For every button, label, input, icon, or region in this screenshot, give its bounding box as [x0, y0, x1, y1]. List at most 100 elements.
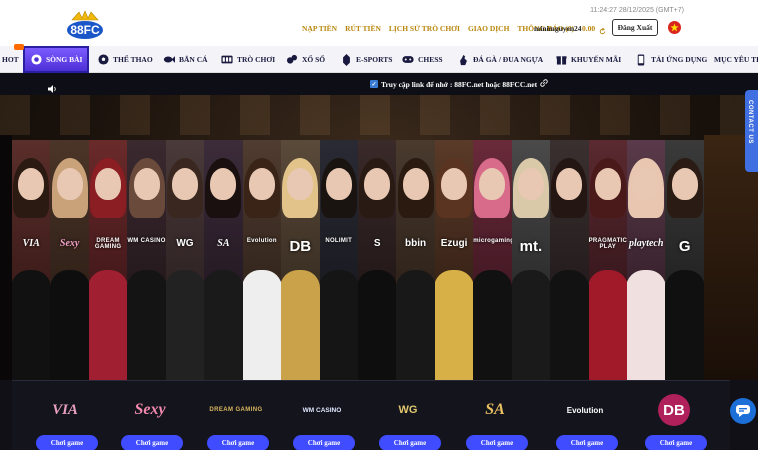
dealer-strip[interactable]: Ezugi — [434, 140, 474, 380]
dealer-strip[interactable]: microgaming — [473, 140, 512, 380]
nav-item-esports[interactable]: E-SPORTS — [340, 46, 392, 73]
gift-icon — [555, 54, 567, 66]
chat-bubble-icon — [736, 405, 750, 417]
dealer-strip[interactable]: PRAGMATIC PLAY — [588, 140, 627, 380]
play-game-button[interactable]: Chơi game — [379, 435, 441, 450]
dealer-strip[interactable]: WG — [165, 140, 205, 380]
dealer-strip[interactable] — [550, 140, 589, 380]
contact-us-tab[interactable]: CONTACT US — [745, 90, 758, 172]
withdraw-link[interactable]: RÚT TIỀN — [345, 24, 381, 33]
nav-item-cockfight[interactable]: ĐÁ GÀ / ĐUA NGỰA — [457, 46, 543, 73]
dealer-body — [627, 270, 666, 380]
dealer-body — [473, 270, 512, 380]
provider-card[interactable]: DB Chơi game — [634, 388, 714, 450]
page: 88FC 11:24:27 28/12/2025 (GMT+7) NẠP TIỀ… — [0, 0, 758, 450]
dealer-body — [88, 270, 128, 380]
deposit-link[interactable]: NẠP TIỀN — [302, 24, 337, 33]
dealer-strip[interactable]: VIA — [12, 140, 51, 380]
rooster-icon — [457, 54, 469, 66]
dealer-strip[interactable]: Sexy — [50, 140, 89, 380]
dealer-strip[interactable]: bbin — [396, 140, 435, 380]
dealer-strip[interactable]: NOLIMIT — [319, 140, 358, 380]
gamepad-icon — [402, 54, 414, 66]
provider-logo: Sexy — [134, 401, 166, 418]
provider-card[interactable]: SA Chơi game — [455, 388, 535, 450]
dealer-strip[interactable]: mt. — [511, 140, 551, 380]
transactions-link[interactable]: GIAO DỊCH — [468, 24, 509, 33]
play-game-button[interactable]: Chơi game — [466, 435, 528, 450]
play-game-button[interactable]: Chơi game — [556, 435, 618, 450]
play-game-button[interactable]: Chơi game — [36, 435, 98, 450]
provider-card[interactable]: Evolution Chơi game — [545, 388, 625, 450]
game-history-link[interactable]: LỊCH SỬ TRÒ CHƠI — [389, 24, 460, 33]
dealer-face — [633, 168, 660, 200]
nav-item-label: MỤC YÊU TH — [714, 55, 758, 64]
live-chat-button[interactable] — [730, 398, 756, 424]
play-game-button[interactable]: Chơi game — [293, 435, 355, 450]
dealer-face — [133, 168, 160, 200]
nav-item-games[interactable]: TRÒ CHƠI — [221, 46, 275, 73]
provider-card[interactable]: WM CASINO Chơi game — [282, 388, 362, 450]
dealer-face — [517, 168, 544, 200]
provider-card[interactable]: DREAM GAMING Chơi game — [196, 388, 276, 450]
dealer-strip[interactable]: playtech — [627, 140, 666, 380]
nav-item-lottery[interactable]: XỔ SỐ — [286, 46, 325, 73]
dealer-strip[interactable]: SA — [204, 140, 243, 380]
provider-logo-label: VIA — [22, 238, 40, 249]
play-game-button[interactable]: Chơi game — [645, 435, 707, 450]
username-label: minimguyen24 — [534, 24, 582, 33]
logout-button[interactable]: Đăng Xuất — [612, 19, 658, 36]
dealer-strip[interactable]: S — [357, 140, 397, 380]
nav-item-label: CHESS — [418, 55, 443, 64]
play-game-button[interactable]: Chơi game — [207, 435, 269, 450]
nav-item-label: KHUYẾN MÃI — [571, 55, 622, 64]
nav-item-favorites[interactable]: MỤC YÊU TH — [714, 46, 758, 73]
vietnam-flag-icon[interactable] — [668, 21, 681, 34]
dealer-body — [50, 270, 89, 380]
nav-item-download-app[interactable]: TẢI ỨNG DỤNG — [635, 46, 707, 73]
dealer-face — [556, 168, 583, 200]
play-game-button[interactable]: Chơi game — [121, 435, 183, 450]
dealer-body — [281, 270, 320, 380]
provider-logo-label: bbin — [405, 238, 427, 249]
provider-card[interactable]: Sexy Chơi game — [110, 388, 190, 450]
hero-banner: VIA Sexy DREAM GAMING WM CASINO WG SA Ev… — [0, 95, 758, 380]
nav-item-casino[interactable]: SÒNG BÀI — [23, 46, 89, 73]
provider-logo-label: WM CASINO — [127, 238, 166, 244]
lottery-balls-icon — [286, 54, 298, 66]
nav-item-label: XỔ SỐ — [302, 55, 326, 64]
hot-badge — [14, 44, 24, 50]
provider-card[interactable]: VIA Chơi game — [25, 388, 105, 450]
dealer-strip[interactable]: WM CASINO — [127, 140, 166, 380]
provider-logo-badge: DB — [658, 394, 690, 426]
dealer-body — [588, 270, 627, 380]
provider-logo-label: playtech — [629, 238, 664, 249]
dealer-face — [56, 168, 83, 200]
casino-chip-icon — [31, 54, 42, 66]
nav-item-sports[interactable]: THỂ THAO — [97, 46, 153, 73]
announcement-text: ✓ Truy cập link để nhớ : 88FC.net hoặc 8… — [370, 79, 548, 89]
provider-logo-label: S — [373, 238, 381, 249]
provider-logo: DREAM GAMING — [209, 407, 263, 413]
dealer-strip[interactable]: Evolution — [242, 140, 282, 380]
dealer-body — [12, 270, 51, 380]
provider-card[interactable]: WG Chơi game — [368, 388, 448, 450]
dealer-strip[interactable]: DREAM GAMING — [88, 140, 128, 380]
nav-item-promotions[interactable]: KHUYẾN MÃI — [555, 46, 621, 73]
datetime-label: 11:24:27 28/12/2025 (GMT+7) — [590, 7, 684, 14]
provider-logo-label: DREAM GAMING — [94, 238, 122, 250]
dealer-strip[interactable]: DB — [281, 140, 320, 380]
nav-item-label: HOT — [2, 55, 19, 64]
nav-item-chess[interactable]: CHESS — [402, 46, 443, 73]
speaker-icon[interactable] — [48, 80, 58, 93]
provider-logo-label: DB — [289, 238, 312, 255]
link-icon — [540, 79, 548, 89]
nav-item-hot[interactable]: HOT — [2, 46, 19, 73]
hero-left-edge — [0, 135, 12, 380]
nav-item-fishing[interactable]: BẮN CÁ — [163, 46, 208, 73]
dealer-strip[interactable]: G — [665, 140, 704, 380]
refresh-balance-icon[interactable] — [598, 23, 607, 35]
dealer-face — [248, 168, 275, 200]
nav-item-label: E-SPORTS — [356, 55, 393, 64]
site-logo[interactable]: 88FC — [66, 10, 104, 40]
